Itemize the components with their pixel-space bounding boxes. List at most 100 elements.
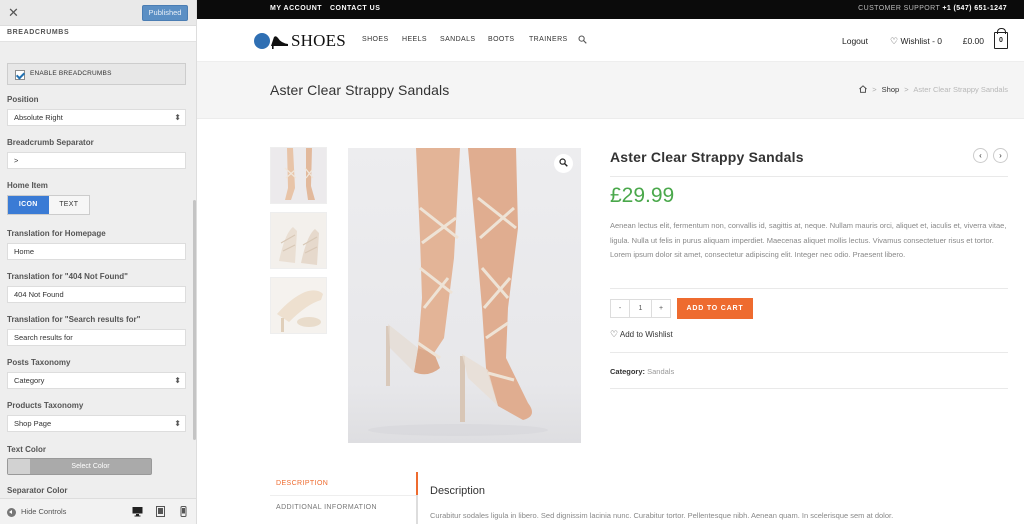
product-main-image[interactable]	[348, 148, 581, 443]
homepage-translation-input[interactable]: Home	[7, 243, 186, 260]
category-link[interactable]: Sandals	[647, 367, 674, 376]
tab-description[interactable]: DESCRIPTION	[270, 472, 418, 495]
panel-scrollbar[interactable]	[193, 200, 196, 440]
wishlist-link[interactable]: ♡ Wishlist - 0	[890, 36, 942, 47]
posts-taxonomy-select[interactable]: Category	[7, 372, 186, 389]
separator-input[interactable]: >	[7, 152, 186, 169]
notfound-translation-label: Translation for "404 Not Found"	[7, 272, 128, 281]
customer-support: CUSTOMER SUPPORT +1 (547) 651-1247	[858, 5, 1007, 12]
products-taxonomy-select[interactable]: Shop Page	[7, 415, 186, 432]
sandal-legs-image	[271, 148, 326, 203]
tab-additional-information[interactable]: ADDITIONAL INFORMATION	[270, 495, 416, 518]
zoom-icon[interactable]	[554, 154, 573, 173]
mobile-preview-icon[interactable]	[178, 506, 189, 517]
close-icon[interactable]: ✕	[0, 0, 27, 26]
add-to-wishlist-link[interactable]: ♡ Add to Wishlist	[610, 329, 673, 340]
heel-logo-icon	[271, 36, 288, 49]
cart-count: 0	[999, 37, 1003, 44]
product-thumbnail-2[interactable]	[270, 212, 327, 269]
chevron-left-icon: ‹	[979, 151, 982, 160]
heart-icon: ♡	[610, 329, 619, 339]
breadcrumb-separator: >	[904, 85, 909, 94]
hide-controls-label: Hide Controls	[21, 507, 67, 516]
enable-breadcrumbs-checkbox[interactable]	[15, 70, 25, 80]
category-label: Category:	[610, 367, 646, 376]
panel-header: ✕ Published	[0, 0, 196, 26]
strappy-sandals-image	[368, 148, 548, 436]
nav-boots[interactable]: BOOTS	[488, 36, 515, 43]
search-icon[interactable]	[578, 35, 587, 44]
sandal-side-image	[271, 278, 326, 333]
product-thumbnail-3[interactable]	[270, 277, 327, 334]
add-to-cart-button[interactable]: ADD TO CART	[677, 298, 753, 319]
cart-amount[interactable]: £0.00	[963, 36, 984, 46]
chevron-right-icon: ›	[999, 151, 1002, 160]
product-title: Aster Clear Strappy Sandals	[610, 149, 804, 165]
nav-sandals[interactable]: SANDALS	[440, 36, 475, 43]
quantity-input[interactable]: 1	[630, 300, 651, 317]
breadcrumb: > Shop > Aster Clear Strappy Sandals	[859, 85, 1008, 94]
sandal-pair-image	[271, 213, 326, 268]
homepage-translation-label: Translation for Homepage	[7, 229, 106, 238]
nav-trainers[interactable]: TRAINERS	[529, 36, 568, 43]
breadcrumb-current: Aster Clear Strappy Sandals	[913, 85, 1008, 94]
quantity-minus-button[interactable]: -	[611, 300, 630, 317]
search-translation-input[interactable]: Search results for	[7, 329, 186, 346]
products-taxonomy-label: Products Taxonomy	[7, 401, 84, 410]
desktop-preview-icon[interactable]	[132, 506, 143, 517]
customizer-panel: ✕ Published BREADCRUMBS ENABLE BREADCRUM…	[0, 0, 197, 524]
page-title: Aster Clear Strappy Sandals	[270, 82, 450, 98]
notfound-translation-input[interactable]: 404 Not Found	[7, 286, 186, 303]
wishlist-label: Wishlist - 0	[900, 36, 942, 46]
position-select[interactable]: Absolute Right	[7, 109, 186, 126]
quantity-plus-button[interactable]: +	[651, 300, 670, 317]
home-icon[interactable]	[859, 85, 867, 93]
select-color-label: Select Color	[71, 463, 110, 470]
tablet-preview-icon[interactable]	[155, 506, 166, 517]
page-header: Aster Clear Strappy Sandals > Shop > Ast…	[197, 62, 1024, 119]
support-phone: +1 (547) 651-1247	[942, 5, 1007, 12]
magnifier-icon	[559, 158, 568, 167]
nav-heels[interactable]: HEELS	[402, 36, 427, 43]
home-item-label: Home Item	[7, 181, 48, 190]
logo-text: SHOES	[291, 31, 346, 50]
divider	[610, 176, 1008, 177]
divider	[610, 352, 1008, 353]
logo-mark-icon	[254, 33, 270, 49]
tab-panel-heading: Description	[430, 485, 486, 497]
nav-shoes[interactable]: SHOES	[362, 36, 389, 43]
product-short-description: Aenean lectus elit, fermentum non, conva…	[610, 221, 1007, 259]
top-bar: MY ACCOUNT CONTACT US CUSTOMER SUPPORT +…	[197, 0, 1024, 19]
hide-controls-button[interactable]: Hide Controls	[7, 507, 66, 517]
breadcrumb-shop[interactable]: Shop	[882, 85, 900, 94]
product-thumbnail-1[interactable]	[270, 147, 327, 204]
home-item-icon-option[interactable]: ICON	[8, 196, 49, 214]
collapse-icon	[7, 507, 16, 517]
prev-product-button[interactable]: ‹	[973, 148, 988, 163]
home-item-toggle: ICON TEXT	[7, 195, 90, 215]
site-header: SHOES SHOES HEELS SANDALS BOOTS TRAINERS…	[197, 19, 1024, 62]
contact-us-link[interactable]: CONTACT US	[330, 5, 380, 12]
header-actions: Logout ♡ Wishlist - 0 £0.00 0	[842, 28, 1008, 51]
home-item-text-option[interactable]: TEXT	[48, 196, 89, 214]
position-label: Position	[7, 95, 39, 104]
published-button[interactable]: Published	[142, 5, 188, 21]
divider	[610, 288, 1008, 289]
enable-breadcrumbs-control[interactable]: ENABLE BREADCRUMBS	[7, 63, 186, 85]
select-color-button[interactable]: Select Color	[7, 458, 152, 475]
divider	[610, 388, 1008, 389]
product-price: £29.99	[610, 184, 675, 207]
my-account-link[interactable]: MY ACCOUNT	[270, 5, 322, 12]
logout-link[interactable]: Logout	[842, 36, 868, 46]
separator-label: Breadcrumb Separator	[7, 138, 94, 147]
heart-icon: ♡	[889, 36, 899, 46]
breadcrumb-separator: >	[872, 85, 877, 94]
cart-icon[interactable]: 0	[994, 28, 1008, 49]
section-title: BREADCRUMBS	[0, 26, 196, 42]
next-product-button[interactable]: ›	[993, 148, 1008, 163]
posts-taxonomy-label: Posts Taxonomy	[7, 358, 71, 367]
panel-footer: Hide Controls	[0, 498, 196, 524]
product-tabs: DESCRIPTION ADDITIONAL INFORMATION	[270, 472, 418, 524]
support-label: CUSTOMER SUPPORT	[858, 5, 941, 12]
color-swatch	[8, 459, 30, 474]
